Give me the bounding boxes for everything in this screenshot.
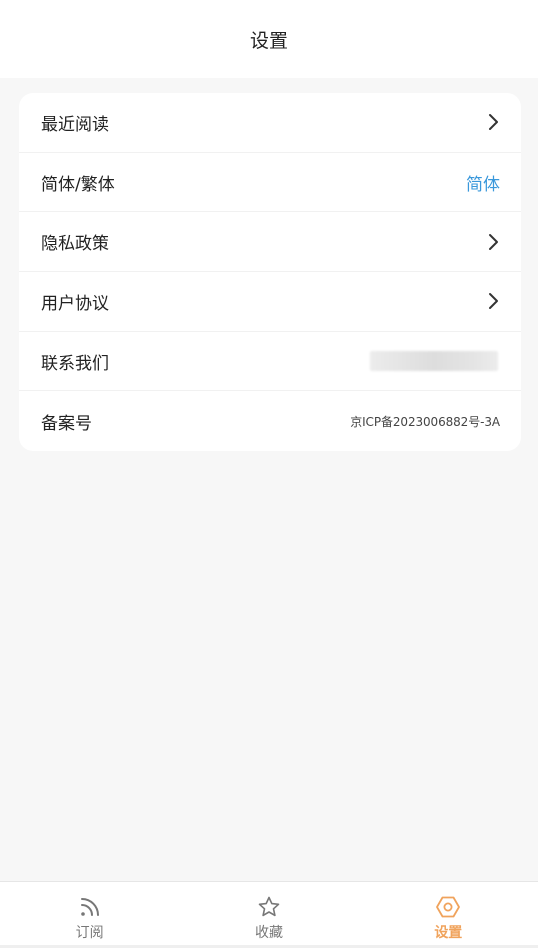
tab-subscribe[interactable]: 订阅 (0, 882, 179, 948)
contact-value-redacted (370, 351, 498, 372)
hexagon-settings-icon (435, 894, 461, 920)
settings-item-icp-record: 备案号 京ICP备2023006882号-3A (19, 391, 521, 451)
settings-item-label: 隐私政策 (41, 234, 109, 255)
chevron-right-icon (486, 292, 500, 310)
script-value: 简体 (466, 174, 500, 195)
settings-item-label: 联系我们 (41, 353, 109, 374)
tab-label: 设置 (434, 925, 463, 941)
chevron-right-icon (486, 233, 500, 251)
settings-item-contact-us[interactable]: 联系我们 (19, 332, 521, 392)
tab-settings[interactable]: 设置 (359, 882, 538, 948)
page-title: 设置 (249, 29, 288, 52)
tab-label: 订阅 (75, 925, 104, 941)
settings-item-label: 最近阅读 (41, 114, 109, 135)
settings-item-recent-reading[interactable]: 最近阅读 (19, 93, 521, 153)
tab-label: 收藏 (254, 925, 283, 941)
settings-card: 最近阅读 简体/繁体 简体 隐私政策 用户协议 联系我们 备案号 京ICP备20… (19, 93, 521, 451)
chevron-right-icon (486, 113, 500, 131)
settings-page: 设置 最近阅读 简体/繁体 简体 隐私政策 用户协议 联系我们 备案号 京ICP… (0, 0, 538, 948)
settings-item-label: 备案号 (41, 413, 92, 434)
settings-item-user-agreement[interactable]: 用户协议 (19, 272, 521, 332)
header: 设置 (0, 0, 538, 78)
tab-favorites[interactable]: 收藏 (179, 882, 358, 948)
settings-item-privacy-policy[interactable]: 隐私政策 (19, 212, 521, 273)
settings-item-label: 用户协议 (41, 293, 109, 314)
icp-number: 京ICP备2023006882号-3A (350, 414, 500, 429)
rss-icon (77, 894, 103, 920)
settings-item-label: 简体/繁体 (41, 174, 115, 195)
settings-item-script-toggle[interactable]: 简体/繁体 简体 (19, 153, 521, 213)
star-icon (256, 894, 282, 920)
bottom-tab-bar: 订阅 收藏 设置 (0, 881, 538, 948)
